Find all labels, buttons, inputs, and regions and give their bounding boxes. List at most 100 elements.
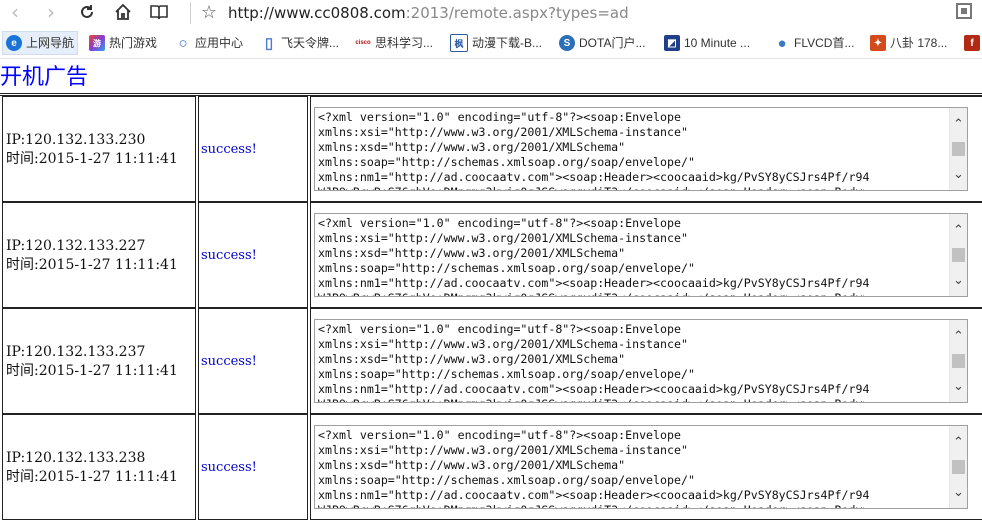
bookmark-item[interactable]: 枫动漫下载-B... [450,32,542,54]
bookmark-label: 热门游戏 [109,36,158,50]
home-icon[interactable] [108,0,138,24]
toolbar-divider [190,2,191,24]
ip-info: IP:120.132.133.230 时间:2015-1-27 11:11:41 [6,131,178,169]
response-cell: <?xml version="1.0" encoding="utf-8"?><s… [310,414,982,520]
scroll-down-icon[interactable]: ⌄ [950,272,967,288]
bookmark-item[interactable]: ○ 应用中心 [175,32,243,54]
bookmark-item[interactable]: ▯ 飞天令牌... [261,32,339,54]
status-text: success! [201,142,257,157]
response-textarea[interactable]: <?xml version="1.0" encoding="utf-8"?><s… [314,213,968,297]
status-text: success! [201,248,257,263]
response-xml: <?xml version="1.0" encoding="utf-8"?><s… [318,428,870,508]
vertical-scrollbar[interactable]: ⌃ ⌄ [949,214,967,296]
page-icon: ▯ [261,35,277,52]
scroll-down-icon[interactable]: ⌄ [950,166,967,182]
qr-code-icon[interactable] [956,3,972,19]
bookmark-item[interactable]: S DOTA门户... [559,32,645,54]
address-bar[interactable]: http://www.cc0808.com:2013/remote.aspx?t… [228,2,629,24]
bookmark-label: 飞天令牌... [281,36,340,50]
status-cell: success! [198,202,308,308]
ip-info: IP:120.132.133.237 时间:2015-1-27 11:11:41 [6,343,178,381]
ip-cell: IP:120.132.133.237 时间:2015-1-27 11:11:41 [2,308,196,414]
status-cell: success! [198,96,308,202]
response-xml: <?xml version="1.0" encoding="utf-8"?><s… [318,216,870,296]
response-textarea[interactable]: <?xml version="1.0" encoding="utf-8"?><s… [314,319,968,403]
vertical-scrollbar[interactable]: ⌃ ⌄ [949,426,967,508]
gossip-icon: ✦ [870,35,886,51]
status-text: success! [201,460,257,475]
ten-minute-icon: ◩ [664,35,680,51]
table-row: IP:120.132.133.227 时间:2015-1-27 11:11:41 … [0,202,982,308]
table-border [0,93,982,94]
page-title: 开机广告 [0,65,89,90]
scroll-up-icon[interactable]: ⌃ [950,222,967,238]
ip-cell: IP:120.132.133.238 时间:2015-1-27 11:11:41 [2,414,196,520]
dota-icon: S [559,35,575,51]
bookmark-label: 10 Minute ... [684,36,751,50]
ip-cell: IP:120.132.133.227 时间:2015-1-27 11:11:41 [2,202,196,308]
bookmark-item[interactable]: ✦ 八卦 178... [870,32,947,54]
response-xml: <?xml version="1.0" encoding="utf-8"?><s… [318,322,870,402]
bookmark-star-icon[interactable]: ☆ [198,0,220,24]
ip-address: IP:120.132.133.227 [6,238,146,254]
bookmark-label: 上网导航 [26,36,75,50]
url-host: http://www.cc0808.com [228,4,406,22]
game-icon: 游 [89,35,105,51]
browser-toolbar: ‹ › ☆ http://www.cc0808.com:2013/remote.… [0,0,982,28]
cisco-icon: cisco [355,35,371,51]
app-center-icon: ○ [175,35,191,52]
ip-address: IP:120.132.133.237 [6,344,146,360]
status-text: success! [201,354,257,369]
bookmark-item[interactable]: 游热门游戏 [89,32,157,54]
scroll-down-icon[interactable]: ⌄ [950,378,967,394]
anime-site-icon: 枫 [450,34,468,52]
ip-address: IP:120.132.133.230 [6,132,146,148]
bookmark-label: 八卦 178... [890,36,948,50]
forward-arrow-icon[interactable]: › [36,0,66,24]
back-arrow-icon[interactable]: ‹ [0,0,30,24]
scroll-up-icon[interactable]: ⌃ [950,116,967,132]
bookmark-item[interactable]: e 上网导航 [2,31,79,55]
response-cell: <?xml version="1.0" encoding="utf-8"?><s… [310,96,982,202]
bookmark-item[interactable]: f [964,32,980,54]
scroll-up-icon[interactable]: ⌃ [950,434,967,450]
table-row: IP:120.132.133.237 时间:2015-1-27 11:11:41 … [0,308,982,414]
response-textarea[interactable]: <?xml version="1.0" encoding="utf-8"?><s… [314,425,968,509]
vertical-scrollbar[interactable]: ⌃ ⌄ [949,320,967,402]
ie-icon: e [6,35,22,51]
scroll-thumb[interactable] [952,460,965,474]
scroll-down-icon[interactable]: ⌄ [950,484,967,500]
url-path: :2013/remote.aspx?types=ad [405,4,629,22]
flvcd-icon: ● [774,35,790,52]
bookmark-item[interactable]: ● FLVCD首... [774,32,854,54]
response-cell: <?xml version="1.0" encoding="utf-8"?><s… [310,308,982,414]
bookmark-label: 应用中心 [195,36,244,50]
ip-cell: IP:120.132.133.230 时间:2015-1-27 11:11:41 [2,96,196,202]
scroll-thumb[interactable] [952,248,965,262]
response-xml: <?xml version="1.0" encoding="utf-8"?><s… [318,110,870,190]
scroll-up-icon[interactable]: ⌃ [950,328,967,344]
bookmark-item[interactable]: cisco 思科学习... [355,32,433,54]
status-cell: success! [198,308,308,414]
site-icon: f [964,35,980,51]
bookmark-label: 动漫下载-B... [472,36,543,50]
timestamp: 时间:2015-1-27 11:11:41 [6,151,178,167]
ip-info: IP:120.132.133.238 时间:2015-1-27 11:11:41 [6,449,178,487]
bookmarks-bar: e 上网导航 游热门游戏 ○ 应用中心 ▯ 飞天令牌... cisco 思科学习... … [0,28,982,59]
timestamp: 时间:2015-1-27 11:11:41 [6,469,178,485]
table-row: IP:120.132.133.238 时间:2015-1-27 11:11:41 … [0,414,982,520]
status-cell: success! [198,414,308,520]
vertical-scrollbar[interactable]: ⌃ ⌄ [949,108,967,190]
scroll-thumb[interactable] [952,354,965,368]
scroll-thumb[interactable] [952,142,965,156]
reading-book-icon[interactable] [144,0,174,24]
timestamp: 时间:2015-1-27 11:11:41 [6,363,178,379]
response-textarea[interactable]: <?xml version="1.0" encoding="utf-8"?><s… [314,107,968,191]
timestamp: 时间:2015-1-27 11:11:41 [6,257,178,273]
ip-address: IP:120.132.133.238 [6,450,146,466]
refresh-icon[interactable] [72,0,102,24]
ip-info: IP:120.132.133.227 时间:2015-1-27 11:11:41 [6,237,178,275]
bookmark-label: 思科学习... [375,36,434,50]
bookmark-label: FLVCD首... [794,36,855,50]
bookmark-item[interactable]: ◩ 10 Minute ... [664,32,750,54]
